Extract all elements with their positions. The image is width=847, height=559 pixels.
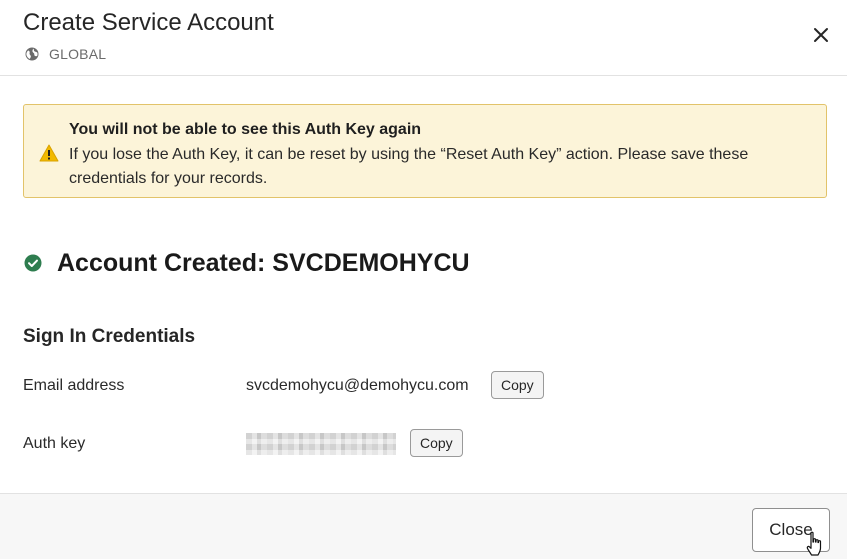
scope-label: GLOBAL [49, 46, 107, 62]
email-value: svcdemohycu@demohycu.com [246, 377, 469, 394]
globe-icon [25, 47, 39, 61]
warning-banner: You will not be able to see this Auth Ke… [23, 104, 827, 198]
warning-icon [39, 144, 59, 162]
dialog-footer: Close [0, 493, 847, 559]
scope-indicator: GLOBAL [25, 46, 106, 62]
auth-key-value-masked [246, 433, 396, 455]
account-created-text: Account Created: SVCDEMOHYCU [57, 249, 470, 277]
copy-email-button[interactable]: Copy [491, 371, 544, 399]
close-icon[interactable] [809, 23, 833, 47]
close-button[interactable]: Close [752, 508, 830, 552]
email-label: Email address [23, 377, 125, 394]
warning-message: If you lose the Auth Key, it can be rese… [69, 146, 749, 187]
dialog-header: Create Service Account GLOBAL [0, 0, 847, 76]
create-service-account-dialog: Create Service Account GLOBAL You will n… [0, 0, 847, 559]
account-created-status: Account Created: SVCDEMOHYCU [24, 247, 470, 279]
credentials-heading: Sign In Credentials [23, 326, 196, 347]
check-circle-icon [24, 254, 42, 272]
copy-auth-key-button[interactable]: Copy [410, 429, 463, 457]
warning-title: You will not be able to see this Auth Ke… [69, 121, 422, 138]
auth-key-label: Auth key [23, 435, 86, 452]
dialog-title: Create Service Account [23, 9, 274, 36]
